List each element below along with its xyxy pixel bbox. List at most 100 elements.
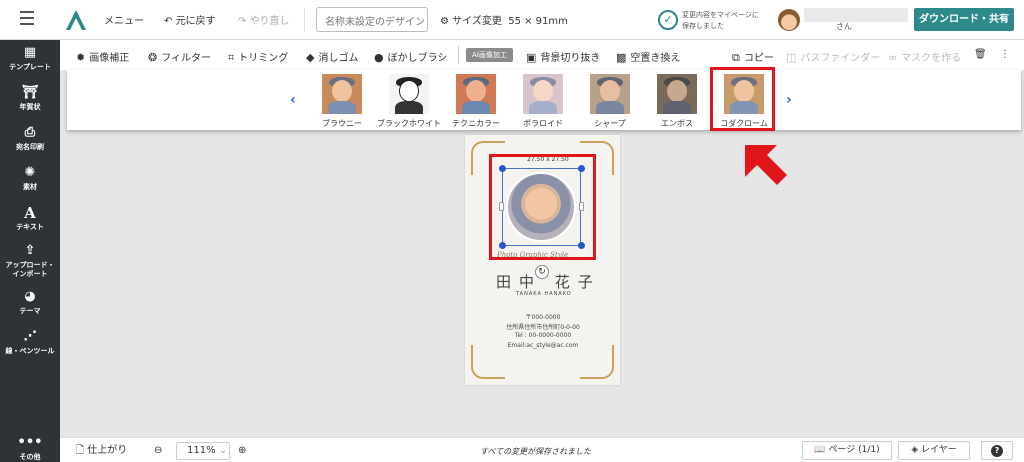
filter-label: シャープ bbox=[594, 119, 626, 128]
bg-remove-button[interactable]: ▣ 背景切り抜き bbox=[526, 49, 600, 64]
filter-option[interactable]: ブラックホワイト bbox=[374, 74, 444, 129]
image-correction-button[interactable]: ✹ 画像補正 bbox=[76, 49, 129, 64]
person-icon: ▣ bbox=[526, 51, 537, 64]
sidebar-item-more[interactable]: ••• その他 bbox=[0, 436, 60, 462]
sidebar-item-address-print[interactable]: ⎙ 宛名印刷 bbox=[0, 126, 60, 152]
delete-button[interactable]: 🗑 bbox=[974, 49, 987, 60]
filter-option[interactable]: ポラロイド bbox=[508, 74, 578, 129]
name-english[interactable]: TANAKA HANAKO bbox=[516, 291, 572, 297]
tool-label: マスクを作る bbox=[901, 53, 962, 64]
make-mask-button[interactable]: ∞ マスクを作る bbox=[888, 49, 961, 64]
trimming-button[interactable]: ⌗ トリミング bbox=[228, 49, 288, 65]
chevron-left-icon[interactable]: ‹ bbox=[290, 92, 296, 108]
zoom-value: 111% bbox=[187, 445, 216, 456]
sidebar-item-label: 宛名印刷 bbox=[16, 143, 44, 151]
sidebar-item-upload[interactable]: ⇪ アップロード・インポート bbox=[0, 244, 60, 279]
drop-icon: ● bbox=[374, 51, 384, 64]
finish-label: 仕上がり bbox=[87, 445, 128, 456]
zoom-out-icon[interactable]: ⊖ bbox=[154, 442, 162, 460]
sidebar-item-newyear[interactable]: ⛩ 年賀状 bbox=[0, 86, 60, 112]
hamburger-menu-icon[interactable] bbox=[20, 11, 34, 25]
zoom-in-icon[interactable]: ⊕ bbox=[238, 442, 246, 460]
save-status-line2: 保存しました bbox=[682, 22, 724, 30]
redo-icon: ↷ bbox=[238, 16, 250, 27]
filter-panel: ‹ ブラウニー ブラックホワイト テクニカラー ポラロイド シャープ エンボス … bbox=[67, 70, 1021, 130]
chevron-right-icon[interactable]: › bbox=[786, 92, 792, 108]
sidebar-item-text[interactable]: A テキスト bbox=[0, 206, 60, 232]
sky-replace-button[interactable]: ▩ 空置き換え bbox=[616, 49, 680, 64]
more-options-button[interactable]: ⋮ bbox=[1000, 49, 1010, 60]
tool-label: コピー bbox=[743, 53, 774, 64]
save-status-text: すべての変更が保存されました bbox=[480, 447, 592, 456]
save-status: 変更内容をマイページに 保存しました bbox=[682, 10, 759, 32]
email[interactable]: Email:ac_style@ac.com bbox=[495, 342, 591, 349]
layer-label: レイヤー bbox=[921, 445, 957, 455]
filter-option[interactable]: ブラウニー bbox=[307, 74, 377, 129]
page-count: (1/1) bbox=[858, 445, 880, 455]
eraser-icon: ◆ bbox=[306, 51, 315, 64]
menu-button[interactable]: メニュー bbox=[104, 12, 144, 27]
zoom-select[interactable]: 111% ⌄ bbox=[176, 442, 230, 460]
redo-button[interactable]: ↷ やり直し bbox=[238, 12, 290, 27]
size-value: 55 × 91mm bbox=[508, 16, 568, 27]
user-suffix: さん bbox=[836, 22, 852, 31]
page-button[interactable]: 📖 ページ (1/1) bbox=[802, 441, 892, 460]
filter-option[interactable]: シャープ bbox=[575, 74, 645, 129]
avatar[interactable] bbox=[778, 9, 800, 31]
ornament-corner bbox=[471, 345, 505, 379]
filter-thumbnail bbox=[523, 74, 563, 114]
sidebar: ▦ テンプレート ⛩ 年賀状 ⎙ 宛名印刷 ✺ 素材 A テキスト ⇪ アップロード・インポ… bbox=[0, 40, 60, 462]
pathfinder-button[interactable]: ◫ パスファインダー bbox=[786, 49, 880, 64]
filter-button[interactable]: ❂ フィルター bbox=[148, 49, 211, 64]
finish-preview-button[interactable]: 🗋 仕上がり bbox=[76, 442, 127, 460]
sidebar-item-template[interactable]: ▦ テンプレート bbox=[0, 46, 60, 72]
help-icon: ? bbox=[991, 445, 1003, 457]
page-label: ページ bbox=[828, 445, 856, 455]
filter-label: ポラロイド bbox=[523, 119, 563, 128]
sidebar-item-label: 年賀状 bbox=[19, 103, 41, 111]
layers-icon: ◈ bbox=[911, 445, 922, 455]
sidebar-item-label: その他 bbox=[19, 453, 41, 461]
script-subtitle[interactable]: Photo Graphic Style bbox=[497, 251, 568, 259]
sidebar-item-label: 線・ペンツール bbox=[5, 347, 55, 355]
sidebar-item-theme[interactable]: ◕ テーマ bbox=[0, 290, 60, 316]
eraser-button[interactable]: ◆ 消しゴム bbox=[306, 49, 358, 64]
tel[interactable]: Tel : 00-0000-0000 bbox=[495, 332, 591, 339]
filter-option[interactable]: エンボス bbox=[642, 74, 712, 129]
pen-icon: ⋰ bbox=[23, 329, 37, 344]
filter-thumbnail bbox=[389, 74, 429, 114]
tool-label: 画像補正 bbox=[89, 53, 130, 64]
save-status-line1: 変更内容をマイページに bbox=[682, 11, 759, 19]
pointer-arrow-icon bbox=[745, 145, 787, 185]
sidebar-item-material[interactable]: ✺ 素材 bbox=[0, 166, 60, 192]
download-share-button[interactable]: ダウンロード・共有 bbox=[914, 8, 1014, 31]
copy-button[interactable]: ⧉ コピー bbox=[732, 49, 774, 65]
app-logo[interactable] bbox=[64, 8, 88, 32]
mask-icon: ∞ bbox=[888, 51, 898, 64]
filter-label: テクニカラー bbox=[452, 119, 500, 128]
print-icon: ⎙ bbox=[24, 125, 36, 140]
image-toolbar: ✹ 画像補正 ❂ フィルター ⌗ トリミング ◆ 消しゴム ● ぼかしブラシ AI画像加工… bbox=[60, 40, 1024, 70]
undo-button[interactable]: ↶ 元に戻す bbox=[164, 12, 216, 27]
sidebar-item-label: テーマ bbox=[19, 307, 41, 315]
design-title-input[interactable]: 名称未設定のデザイン bbox=[316, 7, 428, 32]
filter-thumbnail bbox=[456, 74, 496, 114]
postal-code[interactable]: 〒000-0000 bbox=[495, 312, 591, 321]
tool-label: ぼかしブラシ bbox=[387, 53, 448, 64]
help-button[interactable]: ? bbox=[981, 441, 1013, 460]
newyear-card-icon: ⛩ bbox=[21, 85, 39, 100]
address[interactable]: 住所県住所市住所町0-0-00 bbox=[495, 322, 591, 331]
rotate-icon[interactable]: ↻ bbox=[535, 265, 549, 279]
tool-label: トリミング bbox=[238, 53, 289, 64]
palette-icon: ◕ bbox=[24, 289, 36, 304]
layer-button[interactable]: ◈ レイヤー bbox=[898, 441, 970, 460]
user-name-redacted bbox=[804, 8, 908, 22]
sidebar-item-pen[interactable]: ⋰ 線・ペンツール bbox=[0, 330, 60, 356]
filter-option[interactable]: テクニカラー bbox=[441, 74, 511, 129]
filter-label: エンボス bbox=[661, 119, 693, 128]
tool-label: 消しゴム bbox=[318, 53, 359, 64]
blur-brush-button[interactable]: ● ぼかしブラシ bbox=[374, 49, 447, 64]
divider bbox=[458, 46, 459, 64]
size-change-button[interactable]: ⚙ サイズ変更 55 × 91mm bbox=[440, 12, 568, 27]
pathfinder-icon: ◫ bbox=[786, 51, 797, 64]
